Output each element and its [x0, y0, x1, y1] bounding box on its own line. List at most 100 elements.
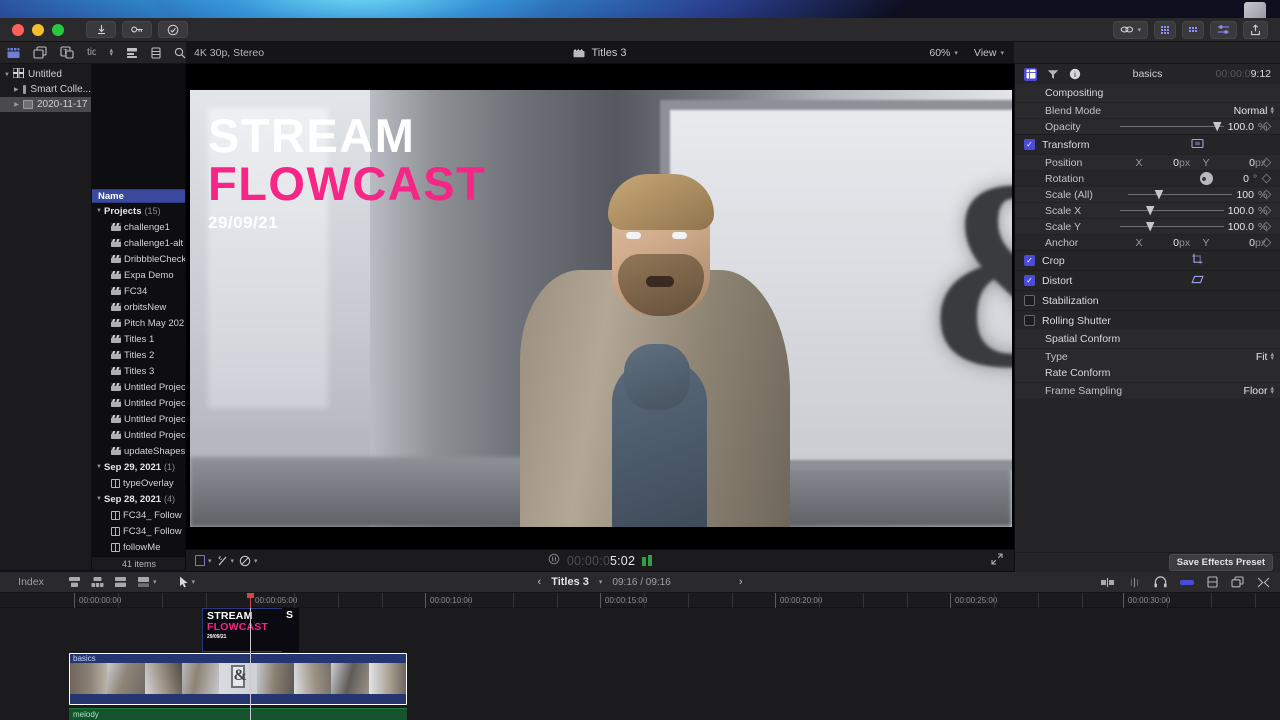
row-value[interactable]: 100.0 — [1228, 205, 1254, 217]
section-stabilization-header[interactable]: Stabilization — [1015, 290, 1280, 310]
opacity-slider[interactable] — [1119, 121, 1224, 132]
timecode-mode-icon[interactable] — [548, 553, 560, 568]
timeline-canvas[interactable]: STREAM FLOWCAST 29/09/21 S basics & melo… — [0, 608, 1280, 720]
list-item[interactable]: Titles 1 — [92, 331, 185, 347]
sidebar-item-event[interactable]: ▶ 2020-11-17 — [0, 97, 91, 112]
libraries-sidebar-icon[interactable] — [7, 47, 20, 59]
y-value[interactable]: 0 — [1217, 237, 1255, 249]
search-icon[interactable] — [174, 47, 186, 59]
row-value[interactable]: 100.0 — [1228, 121, 1254, 133]
conform-type-popup[interactable]: Fit ▴ ▾ — [1256, 351, 1274, 363]
video-inspector-tab[interactable] — [1024, 67, 1037, 81]
clip-name-stepper[interactable]: ▴ ▾ — [109, 47, 113, 58]
playhead-timecode[interactable]: 00:00:05:02 — [186, 553, 1014, 568]
timeline-video-clip[interactable]: basics & — [69, 653, 407, 705]
next-project-button[interactable]: › — [739, 576, 743, 588]
color-inspector-button[interactable] — [1182, 20, 1204, 39]
rotation-dial[interactable] — [1200, 172, 1213, 185]
export-share-button[interactable] — [1243, 20, 1268, 39]
previous-project-button[interactable]: ‹ — [538, 576, 542, 588]
transform-handles-icon[interactable] — [1191, 138, 1204, 152]
section-distort-header[interactable]: ✓ Distort — [1015, 270, 1280, 290]
timeline-playhead[interactable] — [250, 608, 251, 720]
analyze-button[interactable] — [158, 21, 188, 38]
list-item[interactable]: challenge1 — [92, 219, 185, 235]
crop-checkbox[interactable]: ✓ — [1024, 255, 1035, 266]
playhead-handle[interactable] — [247, 593, 254, 598]
sidebar-item-library[interactable]: ▼ Untitled — [0, 67, 91, 82]
disclosure-triangle-icon[interactable]: ▼ — [96, 464, 102, 470]
section-transform-header[interactable]: ✓ Transform — [1015, 134, 1280, 154]
audio-meters-button[interactable] — [1210, 20, 1237, 39]
frame-sampling-popup[interactable]: Floor ▴ ▾ — [1244, 385, 1274, 397]
list-view-icon[interactable] — [151, 46, 161, 59]
list-item[interactable]: Untitled Project — [92, 427, 185, 443]
timeline-project-name[interactable]: Titles 3 — [551, 576, 589, 588]
row-value[interactable]: 0 — [1217, 173, 1249, 185]
list-item[interactable]: FC34_ Follow — [92, 507, 185, 523]
timeline-history-icon[interactable] — [91, 576, 104, 588]
list-item[interactable]: Untitled Project — [92, 395, 185, 411]
list-item[interactable]: DribbbleCheck — [92, 251, 185, 267]
timeline-zoom-fit-icon[interactable] — [1257, 577, 1270, 588]
disclosure-triangle-icon[interactable]: ▼ — [96, 208, 102, 214]
x-value[interactable]: 0 — [1153, 237, 1179, 249]
row-position[interactable]: Position X 0 px Y 0 px — [1015, 154, 1280, 170]
clip-appearance-toggle-icon[interactable] — [1231, 576, 1244, 588]
timeline-index-icon[interactable] — [68, 576, 81, 588]
row-value[interactable]: 100 — [1236, 189, 1254, 201]
filter-inspector-tab[interactable] — [1046, 68, 1059, 81]
audio-skimming-icon[interactable] — [1154, 576, 1167, 588]
close-window-button[interactable] — [12, 23, 24, 36]
list-group-header[interactable]: ▼ Sep 29, 2021 (1) — [92, 459, 185, 475]
media-browser-icon[interactable] — [33, 46, 47, 59]
timeline-title-clip-thumb-2[interactable]: S — [282, 608, 299, 652]
list-group-header[interactable]: ▼ Sep 28, 2021 (4) — [92, 491, 185, 507]
share-chain-button[interactable]: ▾ — [1113, 20, 1148, 39]
trim-icon[interactable] — [1100, 577, 1115, 588]
row-scale-x[interactable]: Scale X 100.0 % — [1015, 202, 1280, 218]
scale-y-slider[interactable] — [1119, 221, 1224, 232]
titles-generators-icon[interactable]: T — [60, 46, 74, 59]
list-group-header[interactable]: ▼ Projects (15) — [92, 203, 185, 219]
list-item[interactable]: challenge1-alt — [92, 235, 185, 251]
maximize-window-button[interactable] — [52, 23, 64, 36]
skimming-icon[interactable] — [1128, 577, 1141, 588]
keyword-editor-button[interactable] — [122, 21, 152, 38]
y-value[interactable]: 0 — [1217, 157, 1255, 169]
list-item[interactable]: Titles 2 — [92, 347, 185, 363]
row-scale-y[interactable]: Scale Y 100.0 % — [1015, 218, 1280, 234]
timeline-audio-clip[interactable]: melody — [69, 708, 407, 720]
timeline-ruler[interactable]: 00:00:00:00 00:00:05:00 00:00:10:00 00:0… — [0, 593, 1280, 608]
list-item[interactable]: typeOverlay — [92, 475, 185, 491]
section-rolling-shutter-header[interactable]: Rolling Shutter — [1015, 310, 1280, 330]
distort-icon[interactable] — [1191, 274, 1204, 288]
disclosure-triangle-icon[interactable]: ▶ — [14, 101, 19, 108]
list-item[interactable]: followMe — [92, 539, 185, 555]
blend-mode-popup[interactable]: Normal ▴ ▾ — [1234, 105, 1274, 117]
filmstrip-view-icon[interactable] — [126, 47, 138, 59]
list-item[interactable]: FC34 — [92, 283, 185, 299]
timeline-appearance-icon[interactable] — [114, 576, 127, 588]
chevron-down-icon[interactable]: ▾ — [599, 578, 603, 586]
rolling-shutter-checkbox[interactable] — [1024, 315, 1035, 326]
save-effects-preset-button[interactable]: Save Effects Preset — [1168, 554, 1273, 571]
info-inspector-tab[interactable]: i — [1068, 68, 1081, 81]
list-item[interactable]: Titles 3 — [92, 363, 185, 379]
timeline-index-button[interactable]: Index — [0, 576, 62, 588]
disclosure-triangle-icon[interactable]: ▶ — [14, 86, 19, 93]
disclosure-triangle-icon[interactable]: ▼ — [96, 496, 102, 502]
sidebar-item-smart-collections[interactable]: ▶ Smart Colle... — [0, 82, 91, 97]
clip-appearance-icon[interactable]: ▾ — [137, 576, 157, 588]
solo-icon[interactable] — [1180, 579, 1194, 585]
minimize-window-button[interactable] — [32, 23, 44, 36]
audio-meter[interactable] — [642, 555, 653, 566]
import-media-button[interactable] — [86, 21, 116, 38]
row-value[interactable]: 100.0 — [1228, 221, 1254, 233]
disclosure-triangle-icon[interactable]: ▼ — [4, 72, 10, 78]
section-crop-header[interactable]: ✓ Crop — [1015, 250, 1280, 270]
list-item[interactable]: FC34_ Follow — [92, 523, 185, 539]
row-scale-all[interactable]: Scale (All) 100 % — [1015, 186, 1280, 202]
browser-view-button[interactable] — [1154, 20, 1176, 39]
viewer[interactable]: & STREAM FLOWCAST 29/09/21 — [186, 64, 1014, 549]
